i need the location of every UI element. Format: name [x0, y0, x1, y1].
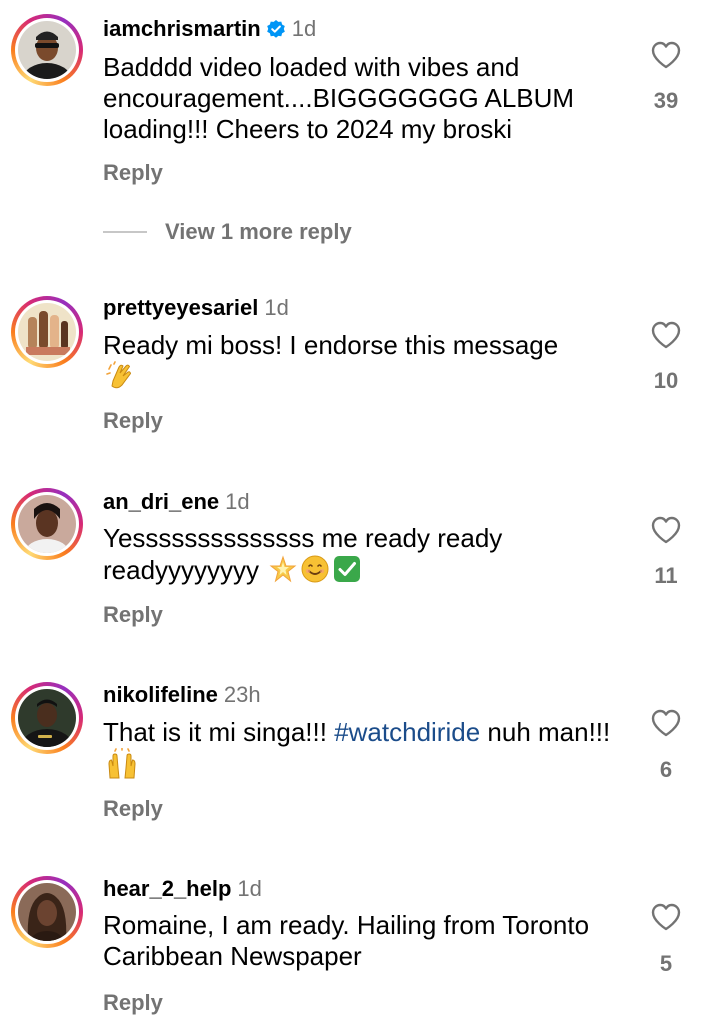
username[interactable]: prettyeyesariel: [103, 295, 258, 320]
view-more-replies-button[interactable]: View 1 more reply: [103, 219, 352, 245]
story-ring[interactable]: [11, 682, 83, 754]
glowing-star-icon: [268, 554, 298, 591]
heart-icon[interactable]: [648, 902, 684, 937]
timestamp: 1d: [237, 876, 262, 901]
like-count: 11: [654, 563, 678, 588]
comment-text-body: Ready mi boss! I endorse this message: [103, 330, 559, 360]
story-ring[interactable]: [11, 876, 83, 948]
smiling-face-icon: [300, 554, 330, 591]
reply-button[interactable]: Reply: [103, 160, 163, 186]
timestamp: 1d: [291, 16, 317, 41]
comment-text: Romaine, I am ready. Hailing from Toront…: [103, 910, 590, 971]
comment-text: Yessssssssssssss me ready ready readyyyy…: [103, 523, 623, 591]
like-count: 6: [659, 757, 673, 782]
clapping-hands-icon: [105, 361, 135, 398]
comment-meta: an_dri_ene 1d: [103, 488, 250, 516]
comment-meta: prettyeyesariel 1d: [103, 294, 289, 322]
avatar[interactable]: [18, 303, 76, 361]
view-more-replies-label: View 1 more reply: [165, 219, 352, 244]
timestamp: 23h: [223, 682, 261, 707]
username[interactable]: iamchrismartin: [103, 16, 261, 41]
reply-button[interactable]: Reply: [103, 408, 163, 434]
heart-icon[interactable]: [648, 40, 684, 75]
like-count: 5: [659, 951, 673, 976]
divider-line: [103, 231, 147, 233]
comment-meta: nikolifeline 23h: [103, 681, 261, 709]
comment-text: That is it mi singa!!! #watchdiride nuh …: [103, 717, 623, 787]
hashtag-link[interactable]: #watchdiride: [334, 717, 480, 747]
avatar[interactable]: [18, 21, 76, 79]
comment-text: Ready mi boss! I endorse this message: [103, 330, 623, 398]
comment-text-before: That is it mi singa!!!: [103, 717, 335, 747]
comment-meta: iamchrismartin 1d: [103, 15, 316, 46]
comment-meta: hear_2_help 1d: [103, 875, 262, 903]
like-count: 39: [653, 88, 679, 113]
heart-icon[interactable]: [648, 320, 684, 355]
like-count: 10: [653, 368, 679, 393]
heart-icon[interactable]: [648, 708, 684, 743]
timestamp: 1d: [225, 489, 250, 514]
comment-text: Badddd video loaded with vibes and encou…: [103, 52, 575, 144]
timestamp: 1d: [264, 295, 289, 320]
check-mark-icon: [332, 554, 362, 591]
avatar[interactable]: [18, 689, 76, 747]
username[interactable]: hear_2_help: [103, 876, 231, 901]
story-ring[interactable]: [11, 488, 83, 560]
username[interactable]: an_dri_ene: [103, 489, 219, 514]
reply-button[interactable]: Reply: [103, 602, 163, 628]
reply-button[interactable]: Reply: [103, 990, 163, 1016]
raising-hands-icon: [105, 747, 139, 787]
avatar[interactable]: [18, 495, 76, 553]
heart-icon[interactable]: [648, 515, 684, 550]
username[interactable]: nikolifeline: [103, 682, 218, 707]
verified-badge-icon: [266, 18, 286, 46]
avatar[interactable]: [18, 883, 76, 941]
reply-button[interactable]: Reply: [103, 796, 163, 822]
comment-text-after: nuh man!!!: [480, 717, 611, 747]
story-ring[interactable]: [11, 14, 83, 86]
story-ring[interactable]: [11, 296, 83, 368]
